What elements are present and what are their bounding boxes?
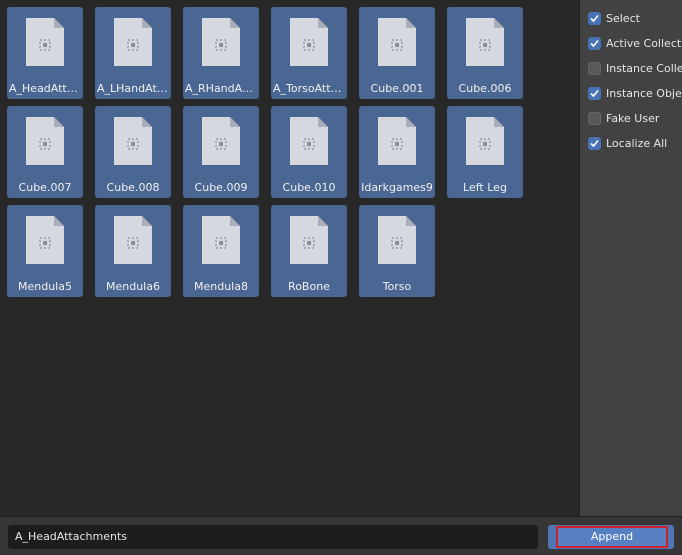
option-checkbox-row[interactable]: Fake User xyxy=(588,110,659,126)
filename-field[interactable]: A_HeadAttachments xyxy=(8,525,538,549)
file-item[interactable]: A_HeadAttac... xyxy=(7,7,83,99)
file-item-name: A_RHandAtta... xyxy=(185,82,257,95)
file-object-icon xyxy=(26,18,64,66)
checkbox[interactable] xyxy=(588,111,601,125)
file-object-icon xyxy=(202,117,240,165)
option-checkbox-row[interactable]: Instance Collections xyxy=(588,60,682,76)
file-object-icon xyxy=(378,216,416,264)
file-grid: A_HeadAttac... A_LHandAtta... A_RHandAtta.… xyxy=(7,7,523,297)
file-object-icon xyxy=(114,117,152,165)
file-item[interactable]: Cube.009 xyxy=(183,106,259,198)
checkbox[interactable] xyxy=(588,136,601,150)
file-item-name: A_HeadAttac... xyxy=(9,82,81,95)
file-item[interactable]: Cube.010 xyxy=(271,106,347,198)
file-item-name: Cube.010 xyxy=(282,181,336,194)
footer-bar: A_HeadAttachments Append xyxy=(0,516,682,555)
file-object-icon xyxy=(114,216,152,264)
option-checkbox-row[interactable]: Select xyxy=(588,10,640,26)
file-item[interactable]: Cube.001 xyxy=(359,7,435,99)
file-object-icon xyxy=(290,18,328,66)
option-label: Select xyxy=(606,11,640,25)
option-checkbox-row[interactable]: Active Collection xyxy=(588,35,682,51)
file-item[interactable]: Cube.007 xyxy=(7,106,83,198)
file-browser-area: A_HeadAttac... A_LHandAtta... A_RHandAtta.… xyxy=(0,0,579,516)
file-object-icon xyxy=(202,18,240,66)
file-item[interactable]: Mendula5 xyxy=(7,205,83,297)
option-label: Fake User xyxy=(606,111,660,125)
file-item-name: RoBone xyxy=(288,280,330,293)
file-item[interactable]: Idarkgames9 xyxy=(359,106,435,198)
file-item[interactable]: Left Leg xyxy=(447,106,523,198)
file-object-icon xyxy=(114,18,152,66)
file-item[interactable]: A_LHandAtta... xyxy=(95,7,171,99)
file-item[interactable]: Torso xyxy=(359,205,435,297)
append-button[interactable]: Append xyxy=(556,526,668,548)
file-item-name: Cube.001 xyxy=(370,82,424,95)
file-object-icon xyxy=(26,117,64,165)
option-checkbox-row[interactable]: Localize All xyxy=(588,135,667,151)
option-label: Active Collection xyxy=(606,36,682,50)
file-browser-window: A_HeadAttac... A_LHandAtta... A_RHandAtta.… xyxy=(0,0,682,555)
file-item[interactable]: Cube.008 xyxy=(95,106,171,198)
option-checkbox-row[interactable]: Instance Object Data xyxy=(588,85,682,101)
file-item-name: Idarkgames9 xyxy=(361,181,433,194)
file-item-name: Mendula5 xyxy=(18,280,72,293)
checkbox[interactable] xyxy=(588,86,601,100)
file-object-icon xyxy=(378,117,416,165)
file-item-name: Cube.007 xyxy=(18,181,72,194)
file-item-name: Cube.006 xyxy=(458,82,512,95)
file-object-icon xyxy=(26,216,64,264)
file-item-name: Torso xyxy=(382,280,412,293)
file-item[interactable]: A_RHandAtta... xyxy=(183,7,259,99)
file-object-icon xyxy=(466,117,504,165)
file-item[interactable]: Mendula6 xyxy=(95,205,171,297)
option-label: Instance Collections xyxy=(606,61,682,75)
file-item-name: Mendula8 xyxy=(194,280,248,293)
file-object-icon xyxy=(290,117,328,165)
file-object-icon xyxy=(378,18,416,66)
file-item-name: Cube.009 xyxy=(194,181,248,194)
file-object-icon xyxy=(202,216,240,264)
file-item-name: Left Leg xyxy=(463,181,507,194)
file-item-name: A_TorsoAttac... xyxy=(273,82,345,95)
file-item[interactable]: Mendula8 xyxy=(183,205,259,297)
file-item-name: A_LHandAtta... xyxy=(97,82,169,95)
option-label: Localize All xyxy=(606,136,668,150)
checkbox[interactable] xyxy=(588,11,601,25)
checkbox[interactable] xyxy=(588,36,601,50)
file-object-icon xyxy=(290,216,328,264)
file-item[interactable]: A_TorsoAttac... xyxy=(271,7,347,99)
option-label: Instance Object Data xyxy=(606,86,682,100)
options-sidebar: Select Active Collection Instance Collecti… xyxy=(579,0,682,516)
file-object-icon xyxy=(466,18,504,66)
file-item-name: Mendula6 xyxy=(106,280,160,293)
checkbox[interactable] xyxy=(588,61,601,75)
file-item[interactable]: RoBone xyxy=(271,205,347,297)
file-item-name: Cube.008 xyxy=(106,181,160,194)
file-item[interactable]: Cube.006 xyxy=(447,7,523,99)
